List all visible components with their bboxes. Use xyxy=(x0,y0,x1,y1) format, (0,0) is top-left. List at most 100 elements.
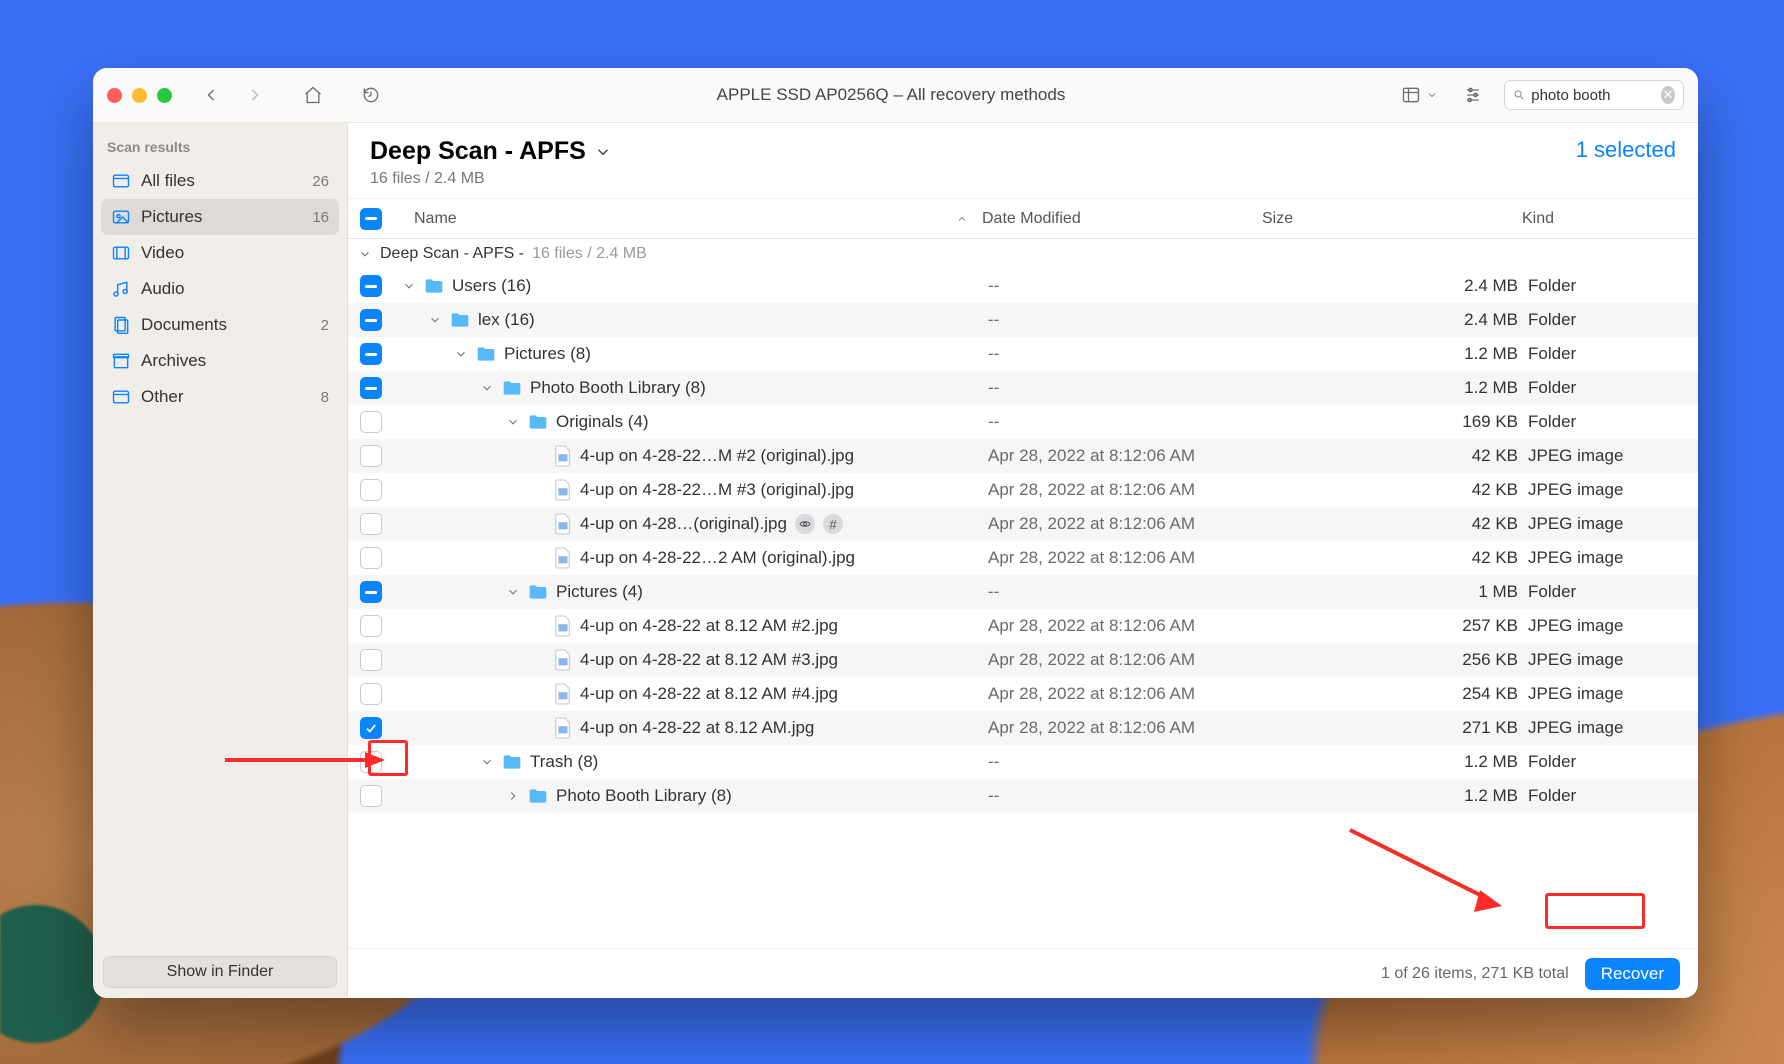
sidebar-item-pictures[interactable]: Pictures16 xyxy=(101,199,339,235)
content-title[interactable]: Deep Scan - APFS xyxy=(370,137,612,166)
sidebar-item-label: Archives xyxy=(141,351,206,371)
file-row[interactable]: 4-up on 4-28-22 at 8.12 AM #4.jpgApr 28,… xyxy=(348,677,1698,711)
folder-row[interactable]: Trash (8)--1.2 MBFolder xyxy=(348,745,1698,779)
row-size: 271 KB xyxy=(1268,718,1528,738)
search-input[interactable] xyxy=(1531,87,1655,104)
row-date: Apr 28, 2022 at 8:12:06 AM xyxy=(988,480,1268,500)
folder-icon xyxy=(502,379,522,397)
sidebar-item-other[interactable]: Other8 xyxy=(101,379,339,415)
folder-row[interactable]: lex (16)--2.4 MBFolder xyxy=(348,303,1698,337)
video-icon xyxy=(111,243,131,263)
row-checkbox[interactable] xyxy=(360,581,382,603)
row-checkbox[interactable] xyxy=(360,445,382,467)
back-button[interactable] xyxy=(196,80,226,110)
file-row[interactable]: 4-up on 4-28-22…M #3 (original).jpgApr 2… xyxy=(348,473,1698,507)
group-header[interactable]: Deep Scan - APFS - 16 files / 2.4 MB xyxy=(348,239,1698,269)
clear-search-icon[interactable]: ✕ xyxy=(1661,86,1675,104)
row-date: Apr 28, 2022 at 8:12:06 AM xyxy=(988,684,1268,704)
file-icon xyxy=(554,649,572,671)
row-name: lex (16) xyxy=(478,310,535,330)
sidebar-item-all-files[interactable]: All files26 xyxy=(101,163,339,199)
row-size: 1.2 MB xyxy=(1268,344,1528,364)
row-checkbox[interactable] xyxy=(360,649,382,671)
select-all-checkbox[interactable] xyxy=(360,208,382,230)
row-checkbox[interactable] xyxy=(360,309,382,331)
folder-icon xyxy=(528,583,548,601)
sidebar-item-count: 2 xyxy=(321,317,329,334)
row-checkbox[interactable] xyxy=(360,513,382,535)
sidebar-item-archives[interactable]: Archives xyxy=(101,343,339,379)
file-row[interactable]: 4-up on 4-28-22 at 8.12 AM #2.jpgApr 28,… xyxy=(348,609,1698,643)
content-area: Deep Scan - APFS 16 files / 2.4 MB 1 sel… xyxy=(348,123,1698,998)
file-row[interactable]: 4-up on 4-28…(original).jpg#Apr 28, 2022… xyxy=(348,507,1698,541)
sidebar-item-documents[interactable]: Documents2 xyxy=(101,307,339,343)
show-in-finder-button[interactable]: Show in Finder xyxy=(103,956,337,988)
col-size[interactable]: Size xyxy=(1262,210,1522,228)
row-date: -- xyxy=(988,412,1268,432)
row-checkbox[interactable] xyxy=(360,751,382,773)
row-date: -- xyxy=(988,582,1268,602)
row-kind: JPEG image xyxy=(1528,480,1698,500)
content-subtitle: 16 files / 2.4 MB xyxy=(370,170,612,188)
row-kind: Folder xyxy=(1528,582,1698,602)
folder-row[interactable]: Pictures (8)--1.2 MBFolder xyxy=(348,337,1698,371)
file-row[interactable]: 4-up on 4-28-22…2 AM (original).jpgApr 2… xyxy=(348,541,1698,575)
col-kind[interactable]: Kind xyxy=(1522,210,1692,228)
chevron-down-icon xyxy=(506,415,520,429)
chevron-down-icon xyxy=(594,143,612,161)
row-checkbox[interactable] xyxy=(360,343,382,365)
row-checkbox[interactable] xyxy=(360,275,382,297)
forward-button[interactable] xyxy=(240,80,270,110)
row-size: 1.2 MB xyxy=(1268,752,1528,772)
row-date: -- xyxy=(988,752,1268,772)
row-name: Photo Booth Library (8) xyxy=(530,378,706,398)
sort-asc-icon xyxy=(956,213,968,225)
file-row[interactable]: 4-up on 4-28-22…M #2 (original).jpgApr 2… xyxy=(348,439,1698,473)
row-size: 1.2 MB xyxy=(1268,786,1528,806)
settings-icon[interactable] xyxy=(1458,80,1488,110)
folder-icon xyxy=(528,787,548,805)
preview-badge-icon[interactable] xyxy=(795,514,815,534)
col-date[interactable]: Date Modified xyxy=(982,210,1262,228)
row-checkbox[interactable] xyxy=(360,785,382,807)
row-checkbox[interactable] xyxy=(360,377,382,399)
home-icon[interactable] xyxy=(298,80,328,110)
folder-row[interactable]: Photo Booth Library (8)--1.2 MBFolder xyxy=(348,371,1698,405)
app-window: APPLE SSD AP0256Q – All recovery methods… xyxy=(93,68,1698,998)
sidebar-item-audio[interactable]: Audio xyxy=(101,271,339,307)
row-date: -- xyxy=(988,786,1268,806)
file-icon xyxy=(554,717,572,739)
row-checkbox[interactable] xyxy=(360,479,382,501)
close-window-button[interactable] xyxy=(107,88,122,103)
file-row[interactable]: 4-up on 4-28-22 at 8.12 AM #3.jpgApr 28,… xyxy=(348,643,1698,677)
row-kind: Folder xyxy=(1528,378,1698,398)
folder-row[interactable]: Photo Booth Library (8)--1.2 MBFolder xyxy=(348,779,1698,813)
row-checkbox[interactable] xyxy=(360,717,382,739)
sidebar-item-label: Audio xyxy=(141,279,184,299)
col-name[interactable]: Name xyxy=(414,210,457,228)
row-checkbox[interactable] xyxy=(360,615,382,637)
row-name: 4-up on 4-28-22 at 8.12 AM #2.jpg xyxy=(580,616,838,636)
file-row[interactable]: 4-up on 4-28-22 at 8.12 AM.jpgApr 28, 20… xyxy=(348,711,1698,745)
folder-row[interactable]: Users (16)--2.4 MBFolder xyxy=(348,269,1698,303)
row-checkbox[interactable] xyxy=(360,547,382,569)
selected-count: 1 selected xyxy=(1576,137,1676,163)
row-date: Apr 28, 2022 at 8:12:06 AM xyxy=(988,718,1268,738)
zoom-window-button[interactable] xyxy=(157,88,172,103)
file-icon xyxy=(554,479,572,501)
sidebar-item-label: Pictures xyxy=(141,207,202,227)
sidebar-item-video[interactable]: Video xyxy=(101,235,339,271)
row-checkbox[interactable] xyxy=(360,683,382,705)
folder-row[interactable]: Pictures (4)--1 MBFolder xyxy=(348,575,1698,609)
row-checkbox[interactable] xyxy=(360,411,382,433)
sidebar-list: All files26Pictures16Video Audio Documents… xyxy=(93,163,347,415)
folder-row[interactable]: Originals (4)--169 KBFolder xyxy=(348,405,1698,439)
recover-button[interactable]: Recover xyxy=(1585,958,1680,990)
restore-icon[interactable] xyxy=(356,80,386,110)
view-options-button[interactable] xyxy=(1396,80,1442,110)
minimize-window-button[interactable] xyxy=(132,88,147,103)
tag-badge-icon[interactable]: # xyxy=(823,514,843,534)
status-bar: 1 of 26 items, 271 KB total Recover xyxy=(348,948,1698,998)
search-field[interactable]: ✕ xyxy=(1504,80,1684,110)
folder-icon xyxy=(502,753,522,771)
